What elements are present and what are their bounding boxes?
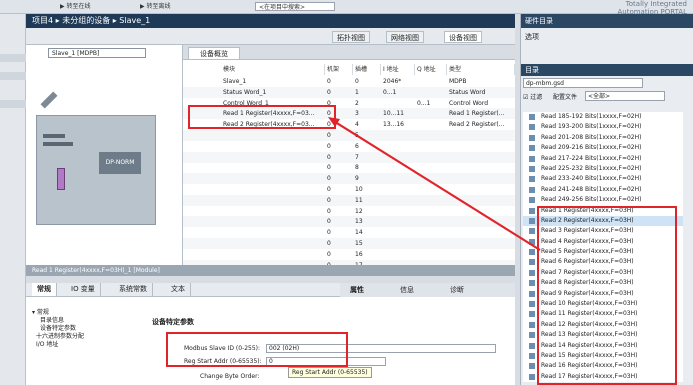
arrow-line — [331, 119, 541, 251]
table-highlight-box — [188, 105, 336, 129]
annotation-arrow — [188, 105, 541, 251]
